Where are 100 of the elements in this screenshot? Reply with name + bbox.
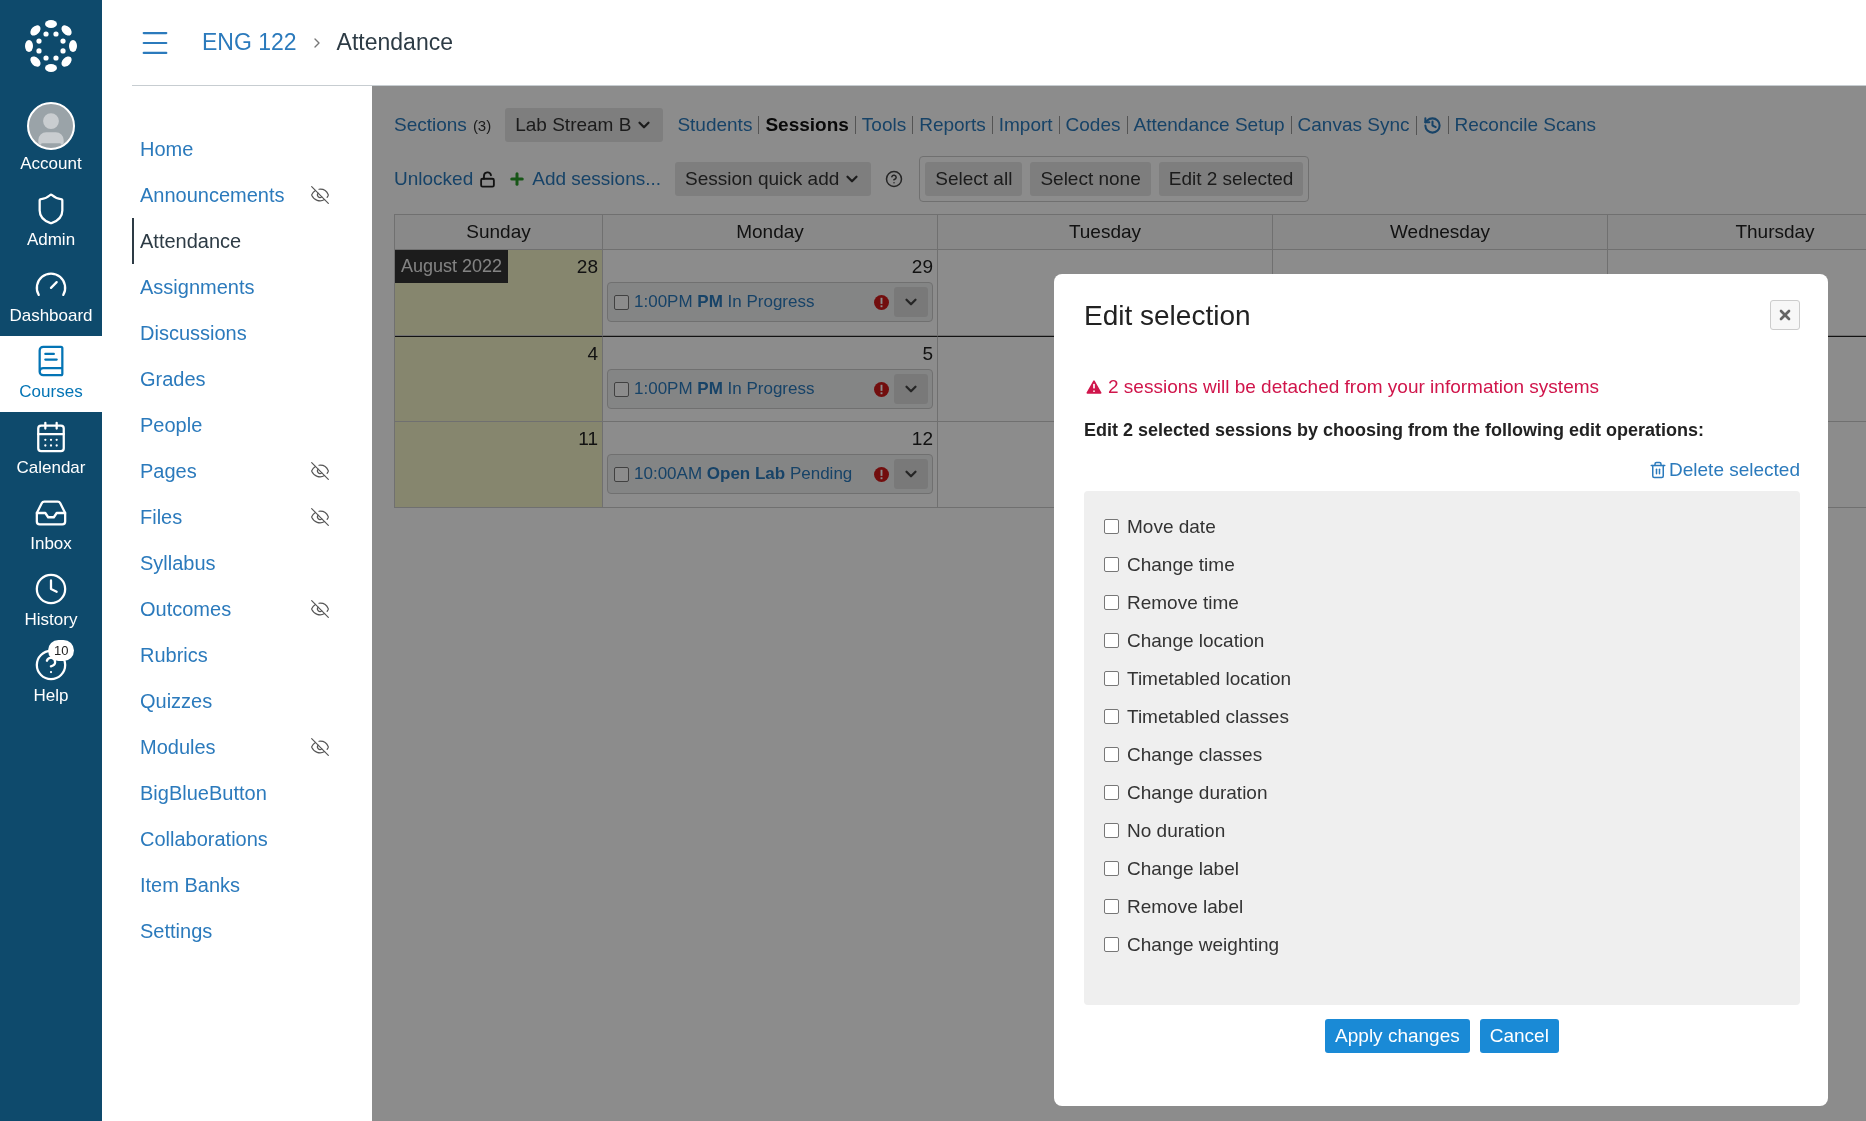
toolbar-tab[interactable]: Sessions: [758, 116, 849, 134]
breadcrumb-link[interactable]: ENG 122: [202, 29, 297, 56]
nav-label: Calendar: [16, 458, 86, 478]
session-checkbox[interactable]: [614, 294, 629, 310]
option-checkbox[interactable]: [1104, 823, 1119, 838]
dialog-button[interactable]: Cancel: [1479, 1019, 1559, 1053]
session-chip[interactable]: 1:00PM PM In Progress: [607, 369, 933, 409]
course-nav-item[interactable]: Discussions: [132, 310, 372, 356]
date-number: 11: [578, 428, 598, 450]
nav-item[interactable]: Inbox: [0, 488, 102, 564]
session-text[interactable]: 1:00PM PM In Progress: [634, 292, 869, 312]
session-chip[interactable]: 1:00PM PM In Progress: [607, 282, 933, 322]
course-nav-item[interactable]: Assignments: [132, 264, 372, 310]
nav-item[interactable]: History: [0, 564, 102, 640]
option-label[interactable]: Timetabled classes: [1127, 705, 1289, 728]
toolbar-tab[interactable]: Canvas Sync: [1290, 116, 1410, 134]
course-nav-item[interactable]: Grades: [132, 356, 372, 402]
course-nav-item[interactable]: Home: [132, 126, 372, 172]
option-checkbox[interactable]: [1104, 519, 1119, 534]
session-text[interactable]: 1:00PM PM In Progress: [634, 379, 869, 399]
quick-add-dropdown[interactable]: Session quick add: [675, 162, 872, 196]
option-label[interactable]: Change location: [1127, 629, 1265, 652]
unlocked-link[interactable]: Unlocked: [394, 168, 474, 190]
toolbar-tab[interactable]: Reports: [912, 116, 986, 134]
toolbar-tab[interactable]: Import: [991, 116, 1053, 134]
hidden-eye-icon: [310, 185, 330, 205]
breadcrumb-current: Attendance: [336, 29, 453, 56]
option-label[interactable]: Move date: [1127, 515, 1216, 538]
nav-item[interactable]: Admin: [0, 184, 102, 260]
session-menu-button[interactable]: [894, 287, 928, 317]
option-label[interactable]: Change weighting: [1127, 933, 1280, 956]
toolbar-tab[interactable]: Attendance Setup: [1126, 116, 1285, 134]
session-checkbox[interactable]: [614, 466, 629, 482]
session-menu-button[interactable]: [894, 374, 928, 404]
nav-item[interactable]: Help 10: [0, 640, 102, 716]
instruction-text: Edit 2 selected sessions by choosing from the following edit operations:: [1084, 420, 1706, 441]
date-number: 29: [911, 256, 933, 278]
option-checkbox[interactable]: [1104, 937, 1119, 952]
option-label[interactable]: Timetabled location: [1127, 667, 1292, 690]
sections-count: (3): [472, 116, 492, 134]
sections-link[interactable]: Sections: [394, 114, 467, 136]
nav-label: Admin: [26, 230, 76, 250]
close-icon: [1777, 307, 1793, 323]
nav-item[interactable]: Courses: [0, 336, 102, 412]
course-nav-item[interactable]: Collaborations: [132, 816, 372, 862]
course-nav-item[interactable]: Syllabus: [132, 540, 372, 586]
session-menu-button[interactable]: [894, 459, 928, 489]
course-nav-item[interactable]: People: [132, 402, 372, 448]
course-nav-item[interactable]: Quizzes: [132, 678, 372, 724]
course-nav-item[interactable]: Item Banks: [132, 862, 372, 908]
option-checkbox[interactable]: [1104, 785, 1119, 800]
session-chip[interactable]: 10:00AM Open Lab Pending: [607, 454, 933, 494]
course-nav-item[interactable]: Outcomes: [132, 586, 372, 632]
option-label[interactable]: No duration: [1127, 819, 1226, 842]
option-checkbox[interactable]: [1104, 671, 1119, 686]
option-checkbox[interactable]: [1104, 899, 1119, 914]
add-sessions-link[interactable]: Add sessions...: [532, 168, 662, 190]
section-dropdown[interactable]: Lab Stream B: [505, 108, 664, 142]
session-checkbox[interactable]: [614, 381, 629, 397]
reconcile-link[interactable]: Reconcile Scans: [1447, 116, 1597, 134]
logo-icon: [23, 18, 79, 74]
course-nav-item[interactable]: Rubrics: [132, 632, 372, 678]
nav-item[interactable]: Dashboard: [0, 260, 102, 336]
course-nav-item[interactable]: Files: [132, 494, 372, 540]
option-label[interactable]: Change label: [1127, 857, 1239, 880]
toolbar-tab[interactable]: Tools: [854, 116, 907, 134]
close-button[interactable]: [1770, 300, 1800, 330]
option-label[interactable]: Change classes: [1127, 743, 1263, 766]
option-checkbox[interactable]: [1104, 861, 1119, 876]
option-label[interactable]: Change duration: [1127, 781, 1268, 804]
course-nav-item[interactable]: Announcements: [132, 172, 372, 218]
option-checkbox[interactable]: [1104, 557, 1119, 572]
nav-label: History: [24, 610, 78, 630]
nav-item[interactable]: Account: [0, 94, 102, 184]
course-nav-item[interactable]: BigBlueButton: [132, 770, 372, 816]
toolbar-button[interactable]: Select all: [925, 162, 1023, 196]
option-checkbox[interactable]: [1104, 595, 1119, 610]
option-label[interactable]: Remove time: [1127, 591, 1239, 614]
trash-icon: [1649, 461, 1668, 479]
course-nav-item[interactable]: Modules: [132, 724, 372, 770]
dialog-button[interactable]: Apply changes: [1325, 1019, 1470, 1053]
course-nav-item[interactable]: Settings: [132, 908, 372, 954]
toolbar-tab[interactable]: Students: [677, 114, 753, 136]
session-text[interactable]: 10:00AM Open Lab Pending: [634, 464, 869, 484]
toolbar-tab[interactable]: Codes: [1058, 116, 1121, 134]
history-icon[interactable]: [1415, 115, 1442, 135]
dialog-title: Edit selection: [1084, 300, 1251, 332]
option-checkbox[interactable]: [1104, 747, 1119, 762]
course-nav-item[interactable]: Attendance: [132, 218, 372, 264]
option-checkbox[interactable]: [1104, 709, 1119, 724]
option-label[interactable]: Change time: [1127, 553, 1235, 576]
toolbar-button[interactable]: Select none: [1030, 162, 1151, 196]
hidden-eye-icon: [310, 461, 330, 481]
nav-label: Account: [20, 154, 82, 174]
course-nav-item[interactable]: Pages: [132, 448, 372, 494]
option-checkbox[interactable]: [1104, 633, 1119, 648]
help-icon[interactable]: [885, 170, 904, 188]
nav-item[interactable]: Calendar: [0, 412, 102, 488]
option-label[interactable]: Remove label: [1127, 895, 1244, 918]
toolbar-button[interactable]: Edit 2 selected: [1158, 162, 1304, 196]
